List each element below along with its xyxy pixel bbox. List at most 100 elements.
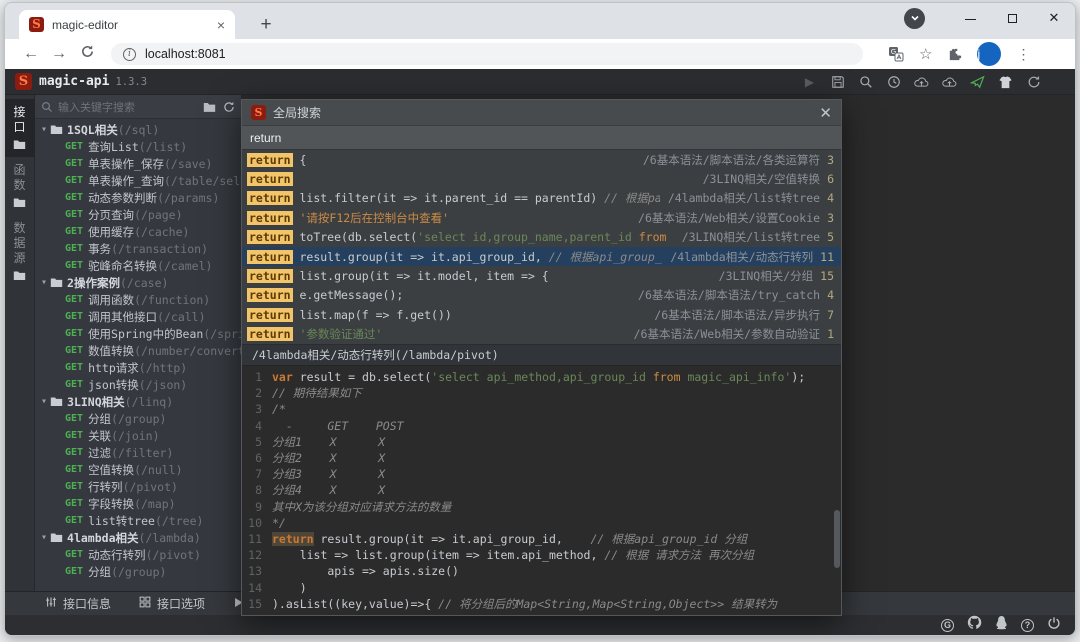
tree-api-item[interactable]: GEThttp请求(/http)	[35, 359, 241, 376]
bottom-tab-接口选项[interactable]: 接口选项	[139, 595, 205, 612]
maximize-button[interactable]	[991, 11, 1033, 26]
site-info-icon[interactable]: i	[123, 48, 136, 61]
cloud-download-icon[interactable]	[942, 74, 957, 89]
history-icon[interactable]	[886, 74, 901, 89]
tree-api-item[interactable]: GETjson转换(/json)	[35, 376, 241, 393]
result-path: /3LINQ相关/分组	[719, 268, 813, 284]
tree-api-item[interactable]: GETlist转tree(/tree)	[35, 512, 241, 529]
search-result-row[interactable]: return '参数验证通过'/6基本语法/Web相关/参数自动验证1	[242, 325, 841, 344]
search-result-row[interactable]: return list.map(f => f.get())/6基本语法/脚本语法…	[242, 305, 841, 324]
tree-folder[interactable]: ▾4lambda相关(/lambda)	[35, 529, 241, 546]
tree-folder[interactable]: ▾2操作案例(/case)	[35, 274, 241, 291]
cloud-upload-icon[interactable]	[914, 74, 929, 89]
forward-icon[interactable]: →	[45, 45, 73, 63]
bookmark-star-icon[interactable]: ☆	[919, 45, 932, 63]
result-count: 5	[827, 230, 834, 244]
tree-api-item[interactable]: GET空值转换(/null)	[35, 461, 241, 478]
search-result-row[interactable]: return e.getMessage();/6基本语法/脚本语法/try_ca…	[242, 286, 841, 305]
api-path: (/params)	[157, 191, 219, 205]
browser-tab[interactable]: S magic-editor ×	[19, 10, 235, 39]
activity-item-inactive[interactable]: 数据源	[5, 215, 35, 288]
close-icon[interactable]: ✕	[819, 104, 832, 122]
tree-api-item[interactable]: GET调用函数(/function)	[35, 291, 241, 308]
omnibox[interactable]: i localhost:8081	[111, 43, 863, 65]
search-result-row[interactable]: return/3LINQ相关/空值转换6	[242, 169, 841, 188]
run-icon[interactable]: ▶	[802, 74, 817, 89]
result-path: /6基本语法/Web相关/设置Cookie	[638, 210, 820, 226]
global-search-input[interactable]: return	[242, 125, 841, 150]
tree-api-item[interactable]: GET事务(/transaction)	[35, 240, 241, 257]
search-result-row[interactable]: return {/6基本语法/脚本语法/各类运算符3	[242, 150, 841, 169]
search-result-row[interactable]: return toTree(db.select('select id,group…	[242, 228, 841, 247]
tree-api-item[interactable]: GET行转列(/pivot)	[35, 478, 241, 495]
sidebar-search[interactable]: 输入关键字搜索	[35, 95, 241, 119]
tree-api-item[interactable]: GET分页查询(/page)	[35, 206, 241, 223]
browser-menu-icon[interactable]: ⋮	[1016, 46, 1030, 63]
dialog-titlebar[interactable]: S 全局搜索 ✕	[242, 100, 841, 125]
send-icon[interactable]	[970, 74, 985, 89]
tree-api-item[interactable]: GET动态参数判断(/params)	[35, 189, 241, 206]
match-chip: return	[247, 250, 293, 264]
tree-api-item[interactable]: GET查询List(/list)	[35, 138, 241, 155]
tree-api-item[interactable]: GET使用缓存(/cache)	[35, 223, 241, 240]
bottom-tab-接口信息[interactable]: 接口信息	[45, 595, 111, 612]
download-indicator-icon[interactable]	[904, 8, 925, 29]
tree-api-item[interactable]: GET单表操作_保存(/save)	[35, 155, 241, 172]
folder-path: (/lambda)	[139, 531, 201, 545]
line-text: 分组1 X X	[272, 434, 385, 450]
tree-api-item[interactable]: GET动态行转列(/pivot)	[35, 546, 241, 563]
api-path: (/transaction)	[111, 242, 208, 256]
refresh-icon[interactable]	[223, 101, 235, 113]
tree-api-item[interactable]: GET关联(/join)	[35, 427, 241, 444]
extensions-puzzle-icon[interactable]	[947, 47, 962, 62]
reload-icon[interactable]	[73, 44, 101, 64]
tab-close-icon[interactable]: ×	[217, 18, 225, 32]
refresh-icon[interactable]	[1026, 74, 1041, 89]
code-preview[interactable]: 1var result = db.select('select api_meth…	[242, 366, 841, 615]
match-chip: return	[247, 191, 293, 205]
tree-api-item[interactable]: GET驼峰命名转换(/camel)	[35, 257, 241, 274]
match-chip: return	[247, 327, 293, 341]
activity-item-active[interactable]: 接口	[5, 99, 35, 157]
code-token: '请按F12后在控制台中查看'	[293, 211, 450, 225]
tree-folder[interactable]: ▾1SQL相关(/sql)	[35, 121, 241, 138]
tree-api-item[interactable]: GET分组(/group)	[35, 410, 241, 427]
minimize-button[interactable]	[949, 11, 991, 26]
method-badge: GET	[65, 566, 83, 577]
search-results-list: return {/6基本语法/脚本语法/各类运算符3return/3LINQ相关…	[242, 150, 841, 344]
tree-api-item[interactable]: GET字段转换(/map)	[35, 495, 241, 512]
gitee-icon[interactable]: G	[941, 619, 954, 632]
activity-item-inactive[interactable]: 函数	[5, 157, 35, 215]
folder-icon	[50, 532, 63, 543]
theme-icon[interactable]	[998, 74, 1013, 89]
scrollbar-thumb[interactable]	[834, 510, 840, 568]
line-text: List<Map<String,Object>	[272, 612, 431, 615]
tree-folder[interactable]: ▾3LINQ相关(/linq)	[35, 393, 241, 410]
qq-icon[interactable]	[995, 615, 1008, 635]
github-icon[interactable]	[967, 615, 982, 635]
tree-api-item[interactable]: GET使用Spring中的Bean(/spring)	[35, 325, 241, 342]
code-token: list.filter(it => it.parent_id == parent…	[293, 191, 605, 205]
power-icon[interactable]	[1047, 616, 1061, 635]
back-icon[interactable]: ←	[17, 45, 45, 63]
tree-api-item[interactable]: GET过滤(/filter)	[35, 444, 241, 461]
tree-api-item[interactable]: GET数值转换(/number/convert)	[35, 342, 241, 359]
search-result-row[interactable]: return result.group(it => it.api_group_i…	[242, 247, 841, 266]
tree-api-item[interactable]: GET单表操作_查询(/table/select)	[35, 172, 241, 189]
tab-strip: S magic-editor × + ✕	[5, 3, 1075, 39]
new-group-folder-icon[interactable]	[203, 101, 216, 113]
tree-api-item[interactable]: GET分组(/group)	[35, 563, 241, 580]
translate-icon[interactable]: G	[888, 46, 904, 62]
line-text: /*	[272, 401, 286, 417]
search-result-row[interactable]: return '请按F12后在控制台中查看'/6基本语法/Web相关/设置Coo…	[242, 208, 841, 227]
help-icon[interactable]: ?	[1021, 619, 1034, 632]
profile-avatar[interactable]: j	[977, 42, 1001, 66]
save-icon[interactable]	[830, 74, 845, 89]
search-result-row[interactable]: return list.group(it => it.model, item =…	[242, 266, 841, 285]
new-tab-button[interactable]: +	[253, 12, 279, 38]
search-result-row[interactable]: return list.filter(it => it.parent_id ==…	[242, 189, 841, 208]
tree-api-item[interactable]: GET调用其他接口(/call)	[35, 308, 241, 325]
line-number: 8	[242, 482, 272, 498]
search-icon[interactable]	[858, 74, 873, 89]
close-button[interactable]: ✕	[1033, 10, 1075, 26]
